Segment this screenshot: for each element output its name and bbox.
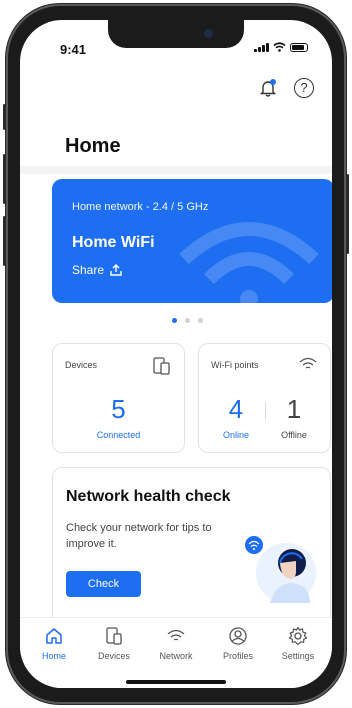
profile-icon: [229, 627, 247, 645]
devices-card[interactable]: Devices 5 Connected: [52, 343, 185, 453]
phone-frame: 9:41 ? Home Home network - 2.4 / 5 GHz H…: [3, 4, 349, 704]
share-button[interactable]: Share: [72, 263, 122, 277]
wifi-icon: [299, 357, 317, 369]
wifi-icon: [167, 629, 185, 641]
tab-settings-label: Settings: [281, 651, 315, 661]
share-icon: [110, 264, 122, 276]
section-divider: [20, 166, 332, 174]
tab-network-label: Network: [159, 651, 193, 661]
page-title: Home: [65, 135, 121, 157]
screen: 9:41 ? Home Home network - 2.4 / 5 GHz H…: [20, 20, 332, 688]
check-button[interactable]: Check: [66, 571, 141, 597]
status-icons: [254, 42, 308, 52]
tab-devices[interactable]: Devices: [84, 626, 144, 661]
wifi-points-card-title: Wi-Fi points: [211, 360, 259, 370]
wifi-offline-label: Offline: [281, 430, 307, 440]
home-indicator[interactable]: [126, 680, 226, 684]
health-check-description: Check your network for tips to improve i…: [66, 522, 212, 550]
camera: [204, 29, 213, 38]
volume-up-button: [3, 154, 6, 204]
wifi-online-count: 4: [228, 394, 244, 424]
devices-count: 5: [111, 394, 126, 424]
devices-connected-label: Connected: [96, 430, 141, 440]
tab-bar: Home Devices Network Profiles Settings: [20, 617, 332, 688]
support-person-illustration: [245, 536, 316, 603]
gear-icon: [288, 626, 308, 646]
power-button: [346, 174, 349, 254]
carousel-indicator: [172, 318, 203, 323]
wifi-watermark-icon: [179, 222, 319, 303]
carousel-dot[interactable]: [172, 318, 177, 323]
home-icon: [46, 628, 62, 644]
battery-icon: [290, 42, 308, 52]
status-time: 9:41: [60, 42, 87, 57]
network-card[interactable]: Home network - 2.4 / 5 GHz Home WiFi Sha…: [52, 179, 332, 303]
health-check-title: Network health check: [66, 488, 231, 505]
tab-profiles[interactable]: Profiles: [208, 626, 268, 661]
header-actions: ?: [258, 78, 314, 98]
carousel-dot[interactable]: [198, 318, 203, 323]
notifications-button[interactable]: [258, 78, 278, 98]
health-check-card: Network health check Check your network …: [52, 467, 331, 627]
bell-icon: [259, 79, 277, 97]
network-band-label: Home network - 2.4 / 5 GHz: [72, 201, 209, 213]
signal-icon: [254, 42, 269, 52]
tab-profiles-label: Profiles: [222, 651, 253, 661]
help-button[interactable]: ?: [294, 78, 314, 98]
devices-icon: [153, 357, 170, 375]
devices-card-title: Devices: [65, 360, 98, 370]
wifi-count-divider: [265, 402, 266, 420]
tab-home-label: Home: [41, 651, 66, 661]
tab-network[interactable]: Network: [146, 626, 206, 661]
wifi-online-label: Online: [222, 430, 249, 440]
wifi-points-card[interactable]: Wi-Fi points 4 1 Online Offline: [198, 343, 331, 453]
devices-icon: [106, 627, 122, 645]
tab-devices-label: Devices: [97, 651, 130, 661]
wifi-name: Home WiFi: [72, 234, 155, 251]
carousel-dot[interactable]: [185, 318, 190, 323]
tab-home[interactable]: Home: [24, 626, 84, 661]
share-label: Share: [72, 263, 105, 277]
wifi-status-icon: [273, 42, 286, 52]
wifi-offline-count: 1: [286, 394, 302, 424]
notch: [108, 20, 244, 48]
mute-switch: [3, 104, 6, 130]
tab-settings[interactable]: Settings: [268, 626, 328, 661]
volume-down-button: [3, 216, 6, 266]
